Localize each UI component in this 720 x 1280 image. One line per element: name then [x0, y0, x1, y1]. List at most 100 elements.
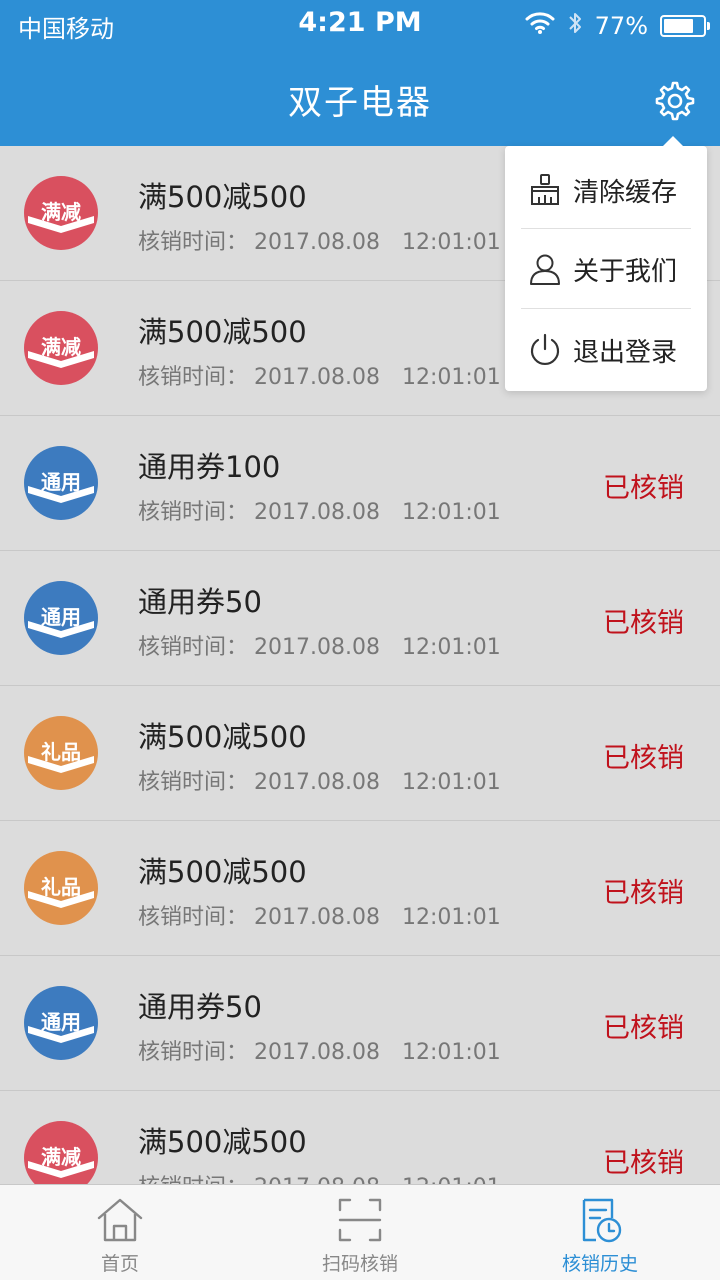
- coupon-title: 通用券50: [138, 585, 262, 619]
- verification-time: 核销时间：2017.08.08 12:01:01: [138, 764, 501, 796]
- tab-home[interactable]: 首页: [0, 1185, 240, 1280]
- gear-icon: [653, 79, 697, 127]
- wifi-icon: [525, 12, 555, 40]
- time-date: 2017.08.08: [254, 905, 380, 930]
- battery-level: [664, 19, 694, 33]
- battery-percent: 77%: [594, 12, 648, 40]
- history-icon: [575, 1195, 625, 1245]
- time-clock: 12:01:01: [401, 770, 501, 795]
- verification-time: 核销时间：2017.08.08 12:01:01: [138, 1034, 501, 1066]
- time-date: 2017.08.08: [254, 230, 380, 255]
- badge-label: 通用: [41, 1010, 81, 1034]
- time-label: 核销时间：: [138, 905, 249, 930]
- power-icon: [527, 332, 563, 368]
- time-label: 核销时间：: [138, 365, 249, 390]
- status-badge: 已核销: [603, 1148, 684, 1179]
- coupon-type-badge: 满减: [24, 311, 98, 385]
- badge-label: 礼品: [41, 740, 81, 764]
- verification-time: 核销时间：2017.08.08 12:01:01: [138, 899, 501, 931]
- badge-label: 通用: [41, 605, 81, 629]
- badge-label: 礼品: [41, 875, 81, 899]
- coupon-type-badge: 通用: [24, 446, 98, 520]
- verification-time: 核销时间：2017.08.08 12:01:01: [138, 224, 501, 256]
- coupon-title: 通用券50: [138, 990, 262, 1024]
- coupon-title: 满500减500: [138, 720, 307, 754]
- coupon-type-badge: 满减: [24, 1121, 98, 1184]
- time-date: 2017.08.08: [254, 500, 380, 525]
- coupon-type-badge: 礼品: [24, 851, 98, 925]
- time-clock: 12:01:01: [402, 1175, 501, 1184]
- menu-item-label: 清除缓存: [573, 177, 678, 208]
- coupon-title: 满500减500: [138, 1125, 307, 1159]
- status-indicators: 77%: [525, 10, 710, 42]
- status-bar: 中国移动 4:21 PM 77%: [0, 0, 720, 52]
- time-label: 核销时间：: [138, 770, 249, 795]
- scan-icon: [335, 1195, 385, 1245]
- status-badge: 已核销: [603, 743, 684, 774]
- coupon-type-badge: 通用: [24, 986, 98, 1060]
- time-clock: 12:01:01: [401, 365, 501, 390]
- menu-item-logout[interactable]: 退出登录: [521, 310, 691, 390]
- coupon-type-badge: 满减: [24, 176, 98, 250]
- settings-button[interactable]: [648, 76, 702, 130]
- list-item[interactable]: 礼品 满500减500 核销时间： 2017.08.08 12:01:01 已核销: [0, 686, 720, 821]
- list-item[interactable]: 通用 通用券50 核销时间： 2017.08.08 12:01:01 已核销: [0, 956, 720, 1091]
- menu-item-label: 关于我们: [573, 256, 678, 287]
- status-badge: 已核销: [603, 608, 684, 639]
- time-clock: 12:01:01: [401, 1040, 501, 1065]
- badge-label: 通用: [41, 470, 81, 494]
- badge-label: 满减: [41, 335, 81, 359]
- badge-label: 满减: [41, 200, 81, 224]
- list-item[interactable]: 礼品 满500减500 核销时间： 2017.08.08 12:01:01 已核销: [0, 821, 720, 956]
- menu-divider: [521, 308, 691, 309]
- time-clock: 12:01:01: [401, 230, 501, 255]
- time-label: 核销时间：: [138, 1169, 248, 1184]
- verification-time: 核销时间： 2017.08.08 12:01:01: [138, 1169, 501, 1184]
- menu-item-clear-cache[interactable]: 清除缓存: [521, 150, 691, 230]
- carrier-name: 中国移动: [18, 15, 114, 43]
- tab-scan-verify[interactable]: 扫码核销: [240, 1185, 480, 1280]
- tab-verification-history[interactable]: 核销历史: [480, 1185, 720, 1280]
- bluetooth-icon: [567, 10, 583, 42]
- time-label: 核销时间：: [138, 230, 249, 255]
- status-badge: 已核销: [603, 878, 684, 909]
- status-badge: 已核销: [603, 473, 684, 504]
- app-header: 中国移动 4:21 PM 77% 双子电器: [0, 0, 720, 146]
- page-title: 双子电器: [288, 83, 432, 123]
- coupon-title: 满500减500: [138, 180, 307, 214]
- list-item[interactable]: 通用 通用券50 核销时间： 2017.08.08 12:01:01 已核销: [0, 551, 720, 686]
- time-label: 核销时间：: [138, 1040, 249, 1065]
- time-clock: 12:01:01: [401, 635, 501, 660]
- list-item[interactable]: 通用 通用券100 核销时间： 2017.08.08 12:01:01 已核销: [0, 416, 720, 551]
- time-clock: 12:01:01: [401, 905, 501, 930]
- verification-time: 核销时间：2017.08.08 12:01:01: [138, 359, 501, 391]
- home-icon: [95, 1195, 145, 1245]
- tab-label: 核销历史: [561, 1253, 638, 1275]
- coupon-title: 满500减500: [138, 855, 307, 889]
- coupon-title: 通用券100: [138, 450, 281, 484]
- battery-icon: [660, 15, 710, 37]
- menu-item-about-us[interactable]: 关于我们: [521, 229, 691, 309]
- tab-label: 首页: [100, 1253, 139, 1275]
- badge-label: 满减: [41, 1145, 81, 1169]
- status-badge: 已核销: [603, 1013, 684, 1044]
- settings-dropdown-menu: 清除缓存 关于我们 退出登录: [505, 136, 707, 391]
- time-label: 核销时间：: [138, 635, 249, 660]
- coupon-type-badge: 礼品: [24, 716, 98, 790]
- menu-item-label: 退出登录: [573, 337, 678, 368]
- time-date: 2017.08.08: [254, 365, 380, 390]
- bottom-tab-bar: 首页 扫码核销 核销历史: [0, 1184, 720, 1280]
- time-date: 2017.08.08: [254, 1175, 380, 1184]
- user-icon: [527, 251, 563, 287]
- coupon-type-badge: 通用: [24, 581, 98, 655]
- coupon-title: 满500减500: [138, 315, 307, 349]
- tab-label: 扫码核销: [321, 1253, 398, 1275]
- list-item[interactable]: 满减 满500减500 核销时间： 2017.08.08 12:01:01 已核销: [0, 1091, 720, 1184]
- time-clock: 12:01:01: [401, 500, 501, 525]
- verification-time: 核销时间：2017.08.08 12:01:01: [138, 494, 501, 526]
- broom-icon: [527, 172, 563, 208]
- time-date: 2017.08.08: [254, 1040, 380, 1065]
- time-date: 2017.08.08: [254, 770, 380, 795]
- time-label: 核销时间：: [138, 500, 249, 525]
- verification-time: 核销时间：2017.08.0812:01:01: [138, 629, 501, 661]
